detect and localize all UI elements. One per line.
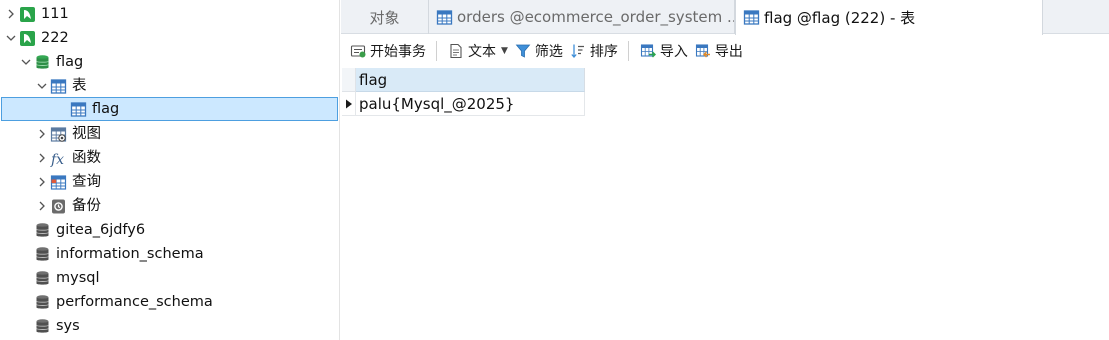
data-toolbar: 开始事务 文本 ▼ 筛选 排序 导入 导出 [341,35,1109,67]
tree-item-database-flag[interactable]: flag [0,50,339,74]
database-icon [33,221,51,239]
sort-label: 排序 [589,44,618,60]
tab-orders-table[interactable]: orders @ecommerce_order_system ... [429,0,735,34]
chevron-down-icon[interactable] [35,79,49,93]
svg-text:fx: fx [50,152,64,167]
query-icon [49,173,67,191]
server-connection-icon [18,5,36,23]
function-icon: fx [49,149,67,167]
tab-objects[interactable]: 对象 [341,0,429,34]
tree-item-database-information-schema[interactable]: information_schema [0,242,339,266]
import-icon [639,42,657,60]
chevron-right-icon[interactable] [35,199,49,213]
backup-icon [49,197,67,215]
chevron-right-icon[interactable] [35,175,49,189]
tree-item-label: 备份 [72,198,101,214]
tree-item-connection-111[interactable]: 111 [0,2,339,26]
view-icon [49,125,67,143]
filter-button[interactable]: 筛选 [511,38,566,64]
column-header-label: flag [359,70,388,89]
table-cell[interactable]: palu{Mysql_@2025} [356,92,585,116]
database-icon [33,245,51,263]
filter-icon [514,42,532,60]
export-label: 导出 [714,44,743,60]
tree-item-label: gitea_6jdfy6 [56,222,146,238]
tree-item-label: flag [92,101,120,117]
tab-bar: 对象 orders @ecommerce_order_system ... fl… [341,0,1109,35]
text-view-button[interactable]: 文本 ▼ [444,38,511,64]
tab-flag-table[interactable]: flag @flag (222) - 表 [735,0,1043,35]
toolbar-divider [627,41,629,61]
chevron-down-icon[interactable] [19,55,33,69]
sort-button[interactable]: 排序 [566,38,621,64]
export-button[interactable]: 导出 [691,38,746,64]
chevron-right-icon[interactable] [35,127,49,141]
tree-item-label: 查询 [72,174,101,190]
tab-label: 对象 [369,8,400,27]
begin-transaction-button[interactable]: 开始事务 [346,38,429,64]
tab-label: flag @flag (222) - 表 [764,9,916,27]
tree-item-label: mysql [56,270,100,286]
current-row-indicator-icon [342,92,356,116]
tree-item-connection-222[interactable]: 222 [0,26,339,50]
import-button[interactable]: 导入 [636,38,691,64]
export-icon [694,42,712,60]
sort-icon [569,42,587,60]
caret-down-icon: ▼ [501,46,508,56]
tree-item-label: sys [56,318,80,334]
database-icon [33,269,51,287]
server-connection-icon [18,29,36,47]
import-label: 导入 [659,44,688,60]
connection-navigator: 111 222 flag 表 flag 视图 fx 函数 查询 备份 gitea… [0,0,340,340]
begin-transaction-label: 开始事务 [370,44,426,60]
chevron-right-icon[interactable] [35,151,49,165]
tree-item-table-flag[interactable]: flag [1,97,338,121]
tree-item-label: information_schema [56,246,204,262]
chevron-right-icon[interactable] [4,7,18,21]
tree-item-tables-folder[interactable]: 表 [0,74,339,98]
document-icon [447,42,465,60]
tree-item-functions-folder[interactable]: fx 函数 [0,146,339,170]
tree-item-database-performance-schema[interactable]: performance_schema [0,290,339,314]
tree-item-label: 视图 [72,126,101,142]
table-folder-icon [49,77,67,95]
tree-item-label: 表 [72,78,87,94]
transaction-icon [349,42,367,60]
table-row[interactable]: palu{Mysql_@2025} [342,92,585,116]
tree-item-queries-folder[interactable]: 查询 [0,170,339,194]
cell-value: palu{Mysql_@2025} [359,94,515,113]
database-open-icon [33,53,51,71]
tree-item-database-mysql[interactable]: mysql [0,266,339,290]
tree-item-label: flag [56,54,84,70]
tree-item-label: 函数 [72,150,101,166]
table-icon [435,8,453,26]
tree-item-views-folder[interactable]: 视图 [0,122,339,146]
toolbar-divider [436,41,437,61]
chevron-down-icon[interactable] [4,31,18,45]
database-icon [33,317,51,335]
tree-item-label: 111 [41,6,69,22]
tree-item-database-sys[interactable]: sys [0,314,339,338]
grid-header-row: flag [342,68,585,92]
database-icon [33,293,51,311]
tree-item-database-gitea[interactable]: gitea_6jdfy6 [0,218,339,242]
text-view-label: 文本 [468,44,496,60]
tree-item-backups-folder[interactable]: 备份 [0,194,339,218]
table-icon [742,9,760,27]
table-icon [69,100,87,118]
tree-item-label: performance_schema [56,294,213,310]
grid-corner [342,68,356,92]
filter-label: 筛选 [534,44,563,60]
tree-item-label: 222 [41,30,69,46]
column-header-flag[interactable]: flag [356,68,585,92]
tab-label: orders @ecommerce_order_system ... [457,8,735,26]
